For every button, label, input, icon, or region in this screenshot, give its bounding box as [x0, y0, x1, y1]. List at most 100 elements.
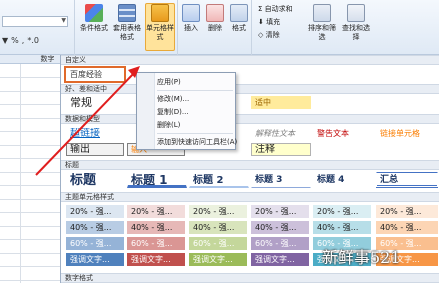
format-as-table-button[interactable]: 套用表格格式: [111, 4, 143, 42]
grid-row-line: [0, 144, 60, 146]
grid-row-line: [0, 266, 60, 267]
delete-cells-icon: [206, 4, 224, 22]
sort-filter-button[interactable]: 排序和筛选: [306, 4, 338, 42]
grid-row-line: [0, 279, 60, 281]
grid-row-line: [0, 90, 60, 92]
style-heading-2[interactable]: 标题 2: [189, 172, 249, 188]
menu-item-apply[interactable]: 应用(P): [157, 76, 181, 88]
increase-decimal-button[interactable]: *.0: [27, 36, 39, 45]
fill-button[interactable]: ⬇ 填充: [258, 17, 280, 27]
theme-style-cell[interactable]: 60% - 强...: [66, 237, 124, 250]
chevron-down-icon[interactable]: ▼: [61, 17, 66, 24]
cell-styles-button[interactable]: 单元格样式: [145, 3, 175, 51]
binoculars-icon: [347, 4, 365, 22]
theme-style-cell[interactable]: 60% - 强...: [189, 237, 247, 250]
watermark-text: 新鲜事521: [322, 248, 401, 267]
eraser-icon: ◇: [258, 31, 264, 39]
theme-style-cell[interactable]: 40% - 强...: [313, 221, 371, 234]
style-total[interactable]: 汇总: [376, 172, 438, 188]
number-format-buttons: ▼ % , *.0: [2, 36, 39, 45]
theme-style-cell[interactable]: 40% - 强...: [127, 221, 185, 234]
style-hyperlink[interactable]: 超链接: [66, 127, 124, 140]
theme-style-cell[interactable]: 40% - 强...: [66, 221, 124, 234]
section-good-bad: 好、差和适中: [61, 84, 439, 94]
grid-row-line: [0, 198, 60, 200]
delete-button[interactable]: 删除: [204, 4, 226, 33]
theme-style-cell[interactable]: 强调文字...: [189, 253, 247, 266]
section-number-format: 数字格式: [61, 273, 439, 283]
comma-button[interactable]: ,: [22, 36, 25, 45]
style-title[interactable]: 标题: [66, 172, 124, 188]
ribbon: ▼ ▼ % , *.0 条件格式 套用表格格式 单元格样式 插入 删除 格式 Σ…: [0, 0, 439, 55]
style-heading-1[interactable]: 标题 1: [127, 172, 187, 188]
theme-style-cell[interactable]: 40% - 强...: [251, 221, 309, 234]
theme-style-cell[interactable]: 20% - 强...: [189, 205, 247, 218]
theme-style-cell[interactable]: 强调文字...: [127, 253, 185, 266]
insert-button[interactable]: 插入: [180, 4, 202, 33]
theme-style-cell[interactable]: 20% - 强...: [66, 205, 124, 218]
theme-style-cell[interactable]: 40% - 强...: [376, 221, 438, 234]
menu-separator: [157, 133, 233, 134]
format-button[interactable]: 格式: [228, 4, 250, 33]
styles-group: 条件格式 套用表格格式 单元格样式: [75, 0, 178, 55]
fill-down-icon: ⬇: [258, 18, 264, 26]
theme-style-cell[interactable]: 60% - 强...: [127, 237, 185, 250]
grid-row-line: [0, 212, 60, 213]
theme-style-cell[interactable]: 60% - 强...: [251, 237, 309, 250]
insert-cells-icon: [182, 4, 200, 22]
theme-style-cell[interactable]: 强调文字...: [251, 253, 309, 266]
theme-style-cell[interactable]: 20% - 强...: [313, 205, 371, 218]
style-normal[interactable]: 常规: [66, 96, 124, 111]
style-note[interactable]: 注释: [251, 143, 311, 156]
format-cells-icon: [230, 4, 248, 22]
menu-icon-strip: [137, 73, 155, 149]
percent-button[interactable]: %: [11, 36, 19, 45]
grid-row-line: [0, 77, 60, 78]
number-format-combo[interactable]: ▼: [2, 16, 68, 27]
theme-style-cell[interactable]: 20% - 强...: [251, 205, 309, 218]
grid-row-line: [0, 252, 60, 254]
section-titles: 标题: [61, 160, 439, 170]
grid-row-line: [0, 185, 60, 186]
conditional-format-icon: [85, 4, 103, 22]
sigma-icon: Σ: [258, 5, 263, 13]
grid-row-line: [0, 225, 60, 227]
menu-item-add-to-qat[interactable]: 添加到快速访问工具栏(A): [157, 136, 237, 148]
menu-item-duplicate[interactable]: 复制(D)...: [157, 106, 189, 118]
theme-style-cell[interactable]: 20% - 强...: [376, 205, 438, 218]
style-output[interactable]: 输出: [66, 143, 124, 156]
style-neutral[interactable]: 适中: [251, 96, 311, 109]
section-custom: 自定义: [61, 55, 439, 65]
cells-group: 插入 删除 格式: [178, 0, 252, 55]
theme-style-cell[interactable]: 20% - 强...: [127, 205, 185, 218]
cell-styles-icon: [151, 4, 169, 22]
theme-style-cell[interactable]: 40% - 强...: [189, 221, 247, 234]
grid-row-line: [0, 104, 60, 105]
grid-row-line: [0, 239, 60, 240]
grid-divider: [20, 64, 21, 283]
sort-icon: [313, 4, 331, 22]
menu-item-modify[interactable]: 修改(M)...: [157, 93, 189, 105]
clear-button[interactable]: ◇ 清除: [258, 30, 280, 40]
theme-style-cell[interactable]: 强调文字...: [66, 253, 124, 266]
autosum-button[interactable]: Σ 自动求和: [258, 4, 293, 14]
style-explanatory[interactable]: 解释性文本: [251, 127, 311, 140]
style-warning[interactable]: 警告文本: [313, 127, 373, 140]
currency-button[interactable]: ▼: [2, 36, 8, 45]
section-theme: 主题单元格样式: [61, 192, 439, 202]
style-linked-cell[interactable]: 链接单元格: [376, 127, 438, 140]
grid-row-line: [0, 158, 60, 159]
conditional-format-button[interactable]: 条件格式: [79, 4, 109, 33]
section-data-model: 数据和模型: [61, 114, 439, 124]
style-heading-4[interactable]: 标题 4: [313, 172, 373, 188]
number-group: ▼ ▼ % , *.0: [0, 0, 75, 55]
menu-separator: [157, 90, 233, 91]
table-icon: [118, 4, 136, 22]
context-menu: 应用(P) 修改(M)... 复制(D)... 删除(L) 添加到快速访问工具栏…: [136, 72, 237, 150]
style-heading-3[interactable]: 标题 3: [251, 172, 311, 188]
menu-item-delete[interactable]: 删除(L): [157, 119, 180, 131]
find-select-button[interactable]: 查找和选择: [340, 4, 372, 42]
excel-window: ▼ ▼ % , *.0 条件格式 套用表格格式 单元格样式 插入 删除 格式 Σ…: [0, 0, 439, 283]
custom-style-percent[interactable]: 百度经验: [64, 66, 126, 83]
grid-row-line: [0, 131, 60, 132]
